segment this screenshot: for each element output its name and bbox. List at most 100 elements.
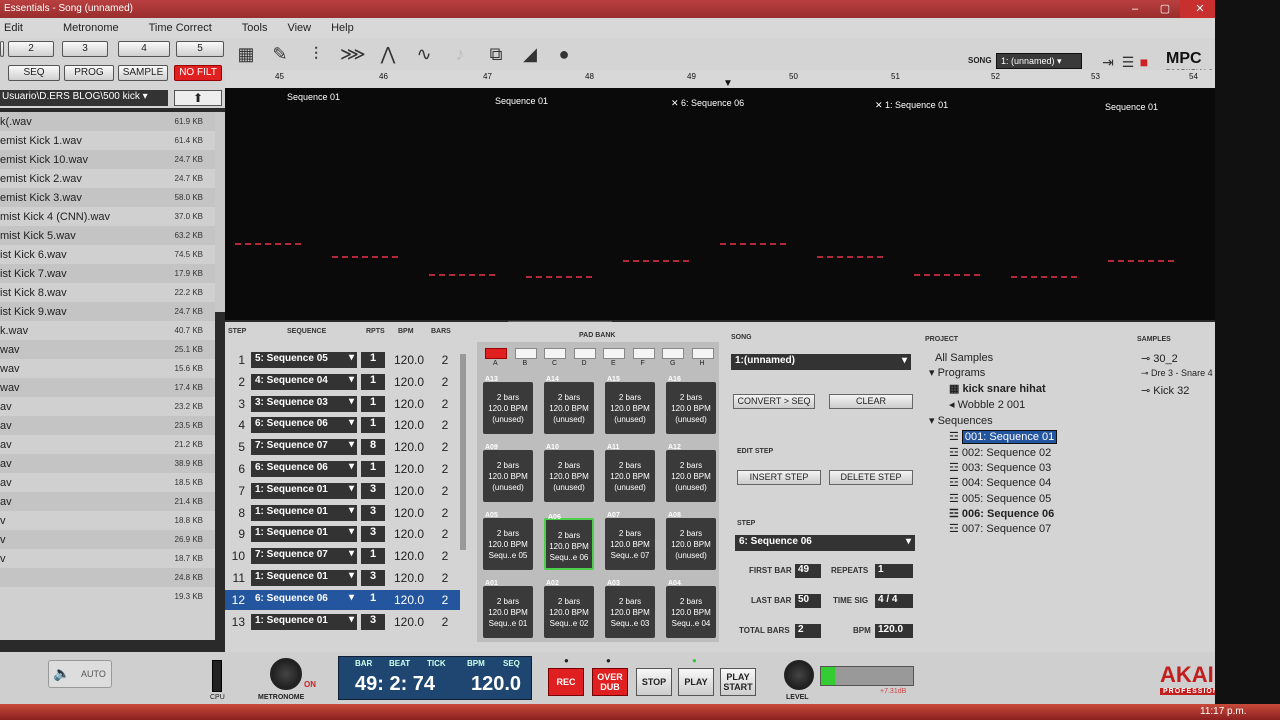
sequence-pad[interactable]: A14 2 bars 120.0 BPM (unused) <box>544 376 594 434</box>
step-repeats[interactable]: 3 <box>361 504 385 521</box>
step-repeats[interactable]: 1 <box>361 373 385 390</box>
insert-step-button[interactable]: INSERT STEP <box>737 470 821 485</box>
repeats-field[interactable]: 1 <box>875 564 913 578</box>
step-row[interactable]: 7 1: Sequence 013 120.0 2 <box>225 481 460 501</box>
file-row[interactable]: ist Kick 8.wav 22.2 KB <box>0 283 215 302</box>
file-row[interactable]: ist Kick 7.wav 17.9 KB <box>0 264 215 283</box>
step-row[interactable]: 11 1: Sequence 013 120.0 2 <box>225 568 460 588</box>
tree-programs[interactable]: ▾ Programs <box>929 366 985 379</box>
level-bars-icon[interactable]: ◢ <box>518 42 542 66</box>
sequence-pad[interactable]: A11 2 bars 120.0 BPM (unused) <box>605 444 655 502</box>
step-row[interactable]: 6 6: Sequence 061 120.0 2 <box>225 459 460 479</box>
first-bar-field[interactable]: 49 <box>795 564 821 578</box>
tree-all-samples[interactable]: All Samples <box>935 352 993 364</box>
sequence-pad[interactable]: A02 2 bars 120.0 BPM Sequ..e 02 <box>544 580 594 638</box>
step-sequence-select[interactable]: 4: Sequence 04 <box>251 373 357 390</box>
file-row[interactable]: mist Kick 5.wav 63.2 KB <box>0 226 215 245</box>
music-note-icon[interactable]: ♪ <box>448 42 472 66</box>
level-knob[interactable] <box>784 660 814 690</box>
step-repeats[interactable]: 3 <box>361 570 385 586</box>
file-row[interactable]: 19.3 KB <box>0 587 215 606</box>
file-list-scrollbar[interactable] <box>215 112 225 312</box>
prog-mode-button[interactable]: PROG <box>64 65 114 81</box>
file-row[interactable]: av 23.2 KB <box>0 397 215 416</box>
step-row[interactable]: 4 6: Sequence 061 120.0 2 <box>225 415 460 435</box>
sequence-pad[interactable]: A04 2 bars 120.0 BPM Sequ..e 04 <box>666 580 716 638</box>
tree-seq-item[interactable]: ☲ 003: Sequence 03 <box>949 461 1051 474</box>
step-sequence-select[interactable]: 1: Sequence 01 <box>251 504 357 521</box>
step-repeats[interactable]: 1 <box>361 461 385 477</box>
pencil-tool-icon[interactable]: ✎ <box>268 42 292 66</box>
step-repeats[interactable]: 3 <box>361 613 385 630</box>
tree-seq-item[interactable]: ☲ 002: Sequence 02 <box>949 446 1051 459</box>
tree-seq-item[interactable]: ☲ 005: Sequence 05 <box>949 492 1051 505</box>
file-row[interactable]: emist Kick 2.wav 24.7 KB <box>0 169 215 188</box>
menu-tools[interactable]: Tools <box>222 18 278 38</box>
sample-mode-button[interactable]: SAMPLE <box>118 65 168 81</box>
tree-seq-item[interactable]: ☲ 006: Sequence 06 <box>949 507 1054 520</box>
file-row[interactable]: av 21.2 KB <box>0 435 215 454</box>
num-button-5[interactable]: 5 <box>176 41 224 57</box>
total-bars-field[interactable]: 2 <box>795 624 821 638</box>
file-row[interactable]: wav 17.4 KB <box>0 378 215 397</box>
sequence-pad[interactable]: A08 2 bars 120.0 BPM (unused) <box>666 512 716 570</box>
tree-seq-item[interactable]: ☲ 001: Sequence 01 <box>949 430 1058 444</box>
clear-button[interactable]: CLEAR <box>829 394 913 409</box>
song-select[interactable]: 1: (unnamed) ▾ <box>996 53 1082 69</box>
file-row[interactable]: wav 25.1 KB <box>0 340 215 359</box>
sequence-pad[interactable]: A01 2 bars 120.0 BPM Sequ..e 01 <box>483 580 533 638</box>
step-row[interactable]: 15: Sequence 051120.02 <box>225 350 460 370</box>
grid-icon[interactable]: ▦ <box>234 42 258 66</box>
metronome-knob[interactable] <box>270 658 302 690</box>
file-row[interactable]: av 21.4 KB <box>0 492 215 511</box>
record-dot-icon[interactable]: ● <box>552 42 576 66</box>
step-row[interactable]: 3 3: Sequence 031 120.0 2 <box>225 394 460 414</box>
tree-program-item[interactable]: ▦ kick snare hihat <box>949 382 1046 395</box>
file-row[interactable]: ist Kick 6.wav 74.5 KB <box>0 245 215 264</box>
mixer-icon[interactable]: ⫶ <box>304 42 328 66</box>
sequence-pad[interactable]: A05 2 bars 120.0 BPM Sequ..e 05 <box>483 512 533 570</box>
menu-help[interactable]: Help <box>321 18 364 38</box>
last-bar-field[interactable]: 50 <box>795 594 821 608</box>
sequence-pad[interactable]: A12 2 bars 120.0 BPM (unused) <box>666 444 716 502</box>
path-select[interactable]: Usuario\D.ERS BLOG\500 kick ▾ <box>0 90 168 106</box>
sequence-pad[interactable]: A03 2 bars 120.0 BPM Sequ..e 03 <box>605 580 655 638</box>
file-row[interactable]: emist Kick 1.wav 61.4 KB <box>0 131 215 150</box>
step-sequence-select[interactable]: 6: Sequence 06 <box>251 461 357 477</box>
step-sequence-select[interactable]: 6: Sequence 06 <box>251 591 357 608</box>
file-row[interactable]: v 26.9 KB <box>0 530 215 549</box>
step-repeats[interactable]: 1 <box>361 591 385 608</box>
bank-button[interactable] <box>573 348 596 359</box>
bank-button[interactable] <box>691 348 714 359</box>
file-row[interactable]: ist Kick 9.wav 24.7 KB <box>0 302 215 321</box>
step-repeats[interactable]: 3 <box>361 482 385 499</box>
stop-button[interactable]: STOP <box>636 668 672 696</box>
step-sequence-select[interactable]: 6: Sequence 06 <box>251 417 357 434</box>
overdub-button[interactable]: OVER DUB <box>592 668 628 696</box>
file-row[interactable]: mist Kick 4 (CNN).wav 37.0 KB <box>0 207 215 226</box>
step-sequence-select[interactable]: 1: Sequence 01 <box>251 613 357 630</box>
step-list-scrollbar[interactable] <box>460 354 466 550</box>
file-row[interactable]: v 18.8 KB <box>0 511 215 530</box>
bank-button[interactable] <box>662 348 684 359</box>
tree-program-item[interactable]: ◂ Wobble 2 001 <box>949 398 1025 411</box>
num-button-4[interactable]: 4 <box>118 41 170 57</box>
step-row[interactable]: 9 1: Sequence 013 120.0 2 <box>225 524 460 544</box>
step-sequence-select[interactable]: 1: Sequence 01 <box>251 570 357 586</box>
bpm-field[interactable]: 120.0 <box>875 624 913 638</box>
bank-button[interactable] <box>514 348 537 359</box>
file-row[interactable]: k.wav 40.7 KB <box>0 321 215 340</box>
menu-metronome[interactable]: Metronome <box>33 18 129 38</box>
file-row[interactable]: av 18.5 KB <box>0 473 215 492</box>
file-row[interactable]: v 18.7 KB <box>0 549 215 568</box>
file-row[interactable]: emist Kick 3.wav 58.0 KB <box>0 188 215 207</box>
file-row[interactable]: av 38.9 KB <box>0 454 215 473</box>
sequence-pad[interactable]: A10 2 bars 120.0 BPM (unused) <box>544 444 594 502</box>
step-repeats[interactable]: 1 <box>361 395 385 412</box>
rec-button[interactable]: REC <box>548 668 584 696</box>
sequence-pad[interactable]: A06 2 bars 120.0 BPM Sequ..e 06 <box>544 514 594 570</box>
menu-time-correct[interactable]: Time Correct <box>129 18 222 38</box>
step-repeats[interactable]: 3 <box>361 526 385 543</box>
play-start-button[interactable]: PLAY START <box>720 668 756 696</box>
num-button-3[interactable]: 3 <box>62 41 108 57</box>
